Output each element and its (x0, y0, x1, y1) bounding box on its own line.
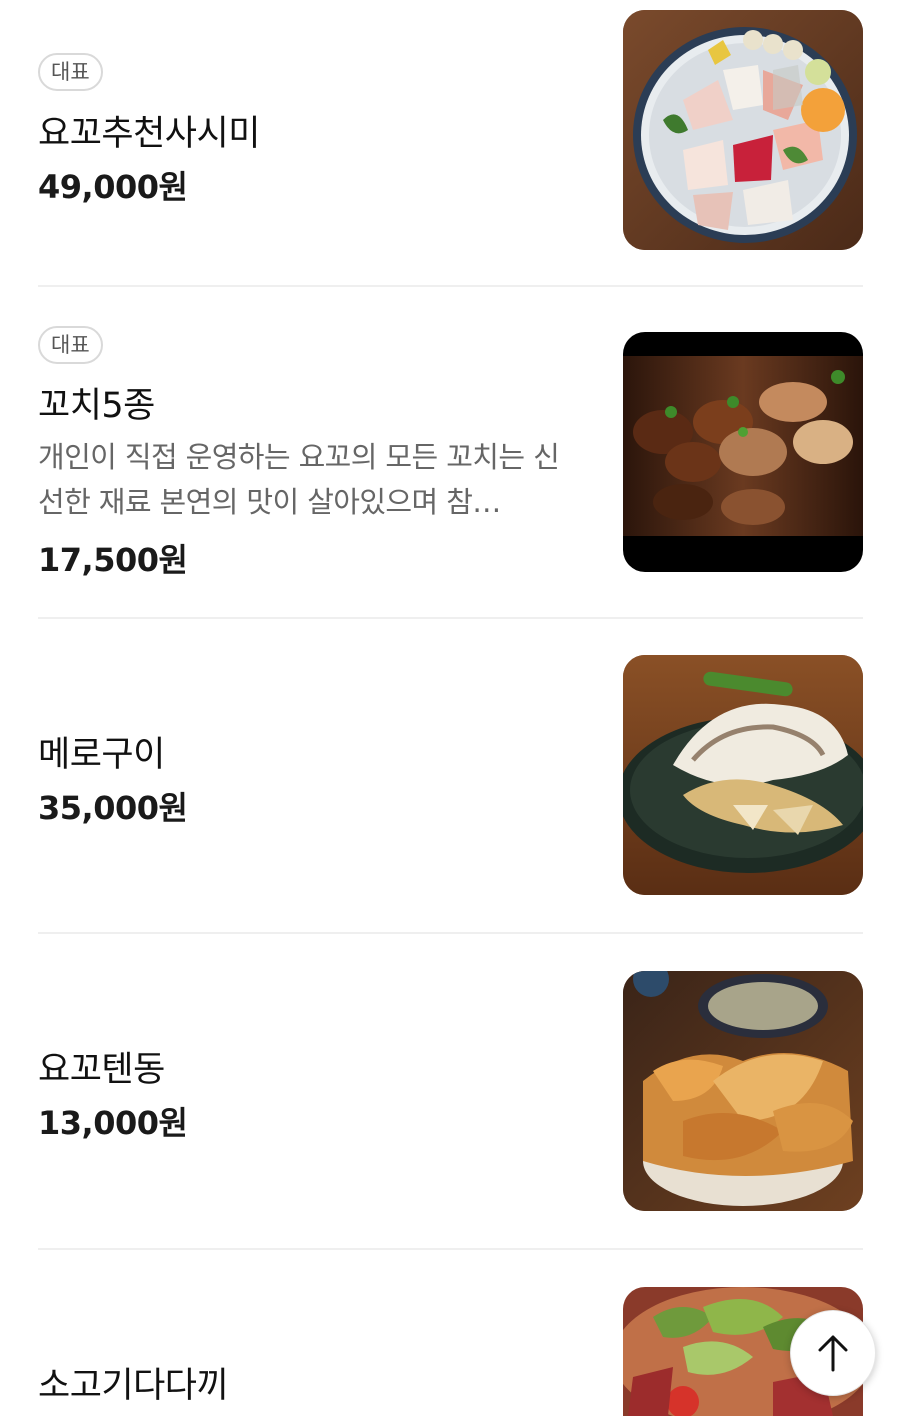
menu-item-price: 49,000원 (38, 168, 188, 206)
menu-item[interactable]: 요꼬텐동 13,000원 (38, 934, 863, 1248)
menu-item-name: 소고기다다끼 (38, 1366, 229, 1406)
arrow-up-icon (818, 1335, 848, 1372)
signature-badge: 대표 (38, 53, 103, 91)
menu-list-page: 대표 요꼬추천사시미 49,000원 대표 꼬치5종 개인이 직접 운영하는 요… (0, 0, 900, 1416)
menu-item-price: 17,500원 (38, 541, 188, 579)
tempura-bowl-image (623, 971, 863, 1211)
menu-item-name: 메로구이 (38, 735, 165, 775)
menu-item-name: 꼬치5종 (38, 386, 155, 426)
grilled-fish-photo[interactable] (623, 655, 863, 895)
signature-badge: 대표 (38, 326, 103, 364)
tempura-bowl-photo[interactable] (623, 971, 863, 1211)
skewers-image (623, 332, 863, 572)
scroll-to-top-button[interactable] (790, 1310, 876, 1396)
grilled-fish-image (623, 655, 863, 895)
menu-item[interactable]: 메로구이 35,000원 (38, 619, 863, 932)
menu-item[interactable]: 대표 꼬치5종 개인이 직접 운영하는 요꼬의 모든 꼬치는 신선한 재료 본연… (38, 287, 863, 617)
menu-item-name: 요꼬텐동 (38, 1050, 165, 1090)
skewers-photo[interactable] (623, 332, 863, 572)
menu-item-price: 35,000원 (38, 789, 188, 827)
sashimi-platter-photo[interactable] (623, 10, 863, 250)
menu-item-description: 개인이 직접 운영하는 요꼬의 모든 꼬치는 신선한 재료 본연의 맛이 살아있… (38, 440, 560, 519)
menu-item[interactable]: 대표 요꼬추천사시미 49,000원 (38, 0, 863, 285)
menu-item-price: 13,000원 (38, 1104, 188, 1142)
sashimi-platter-image (623, 10, 863, 250)
menu-item[interactable]: 소고기다다끼 (38, 1250, 863, 1416)
menu-item-name: 요꼬추천사시미 (38, 114, 260, 154)
